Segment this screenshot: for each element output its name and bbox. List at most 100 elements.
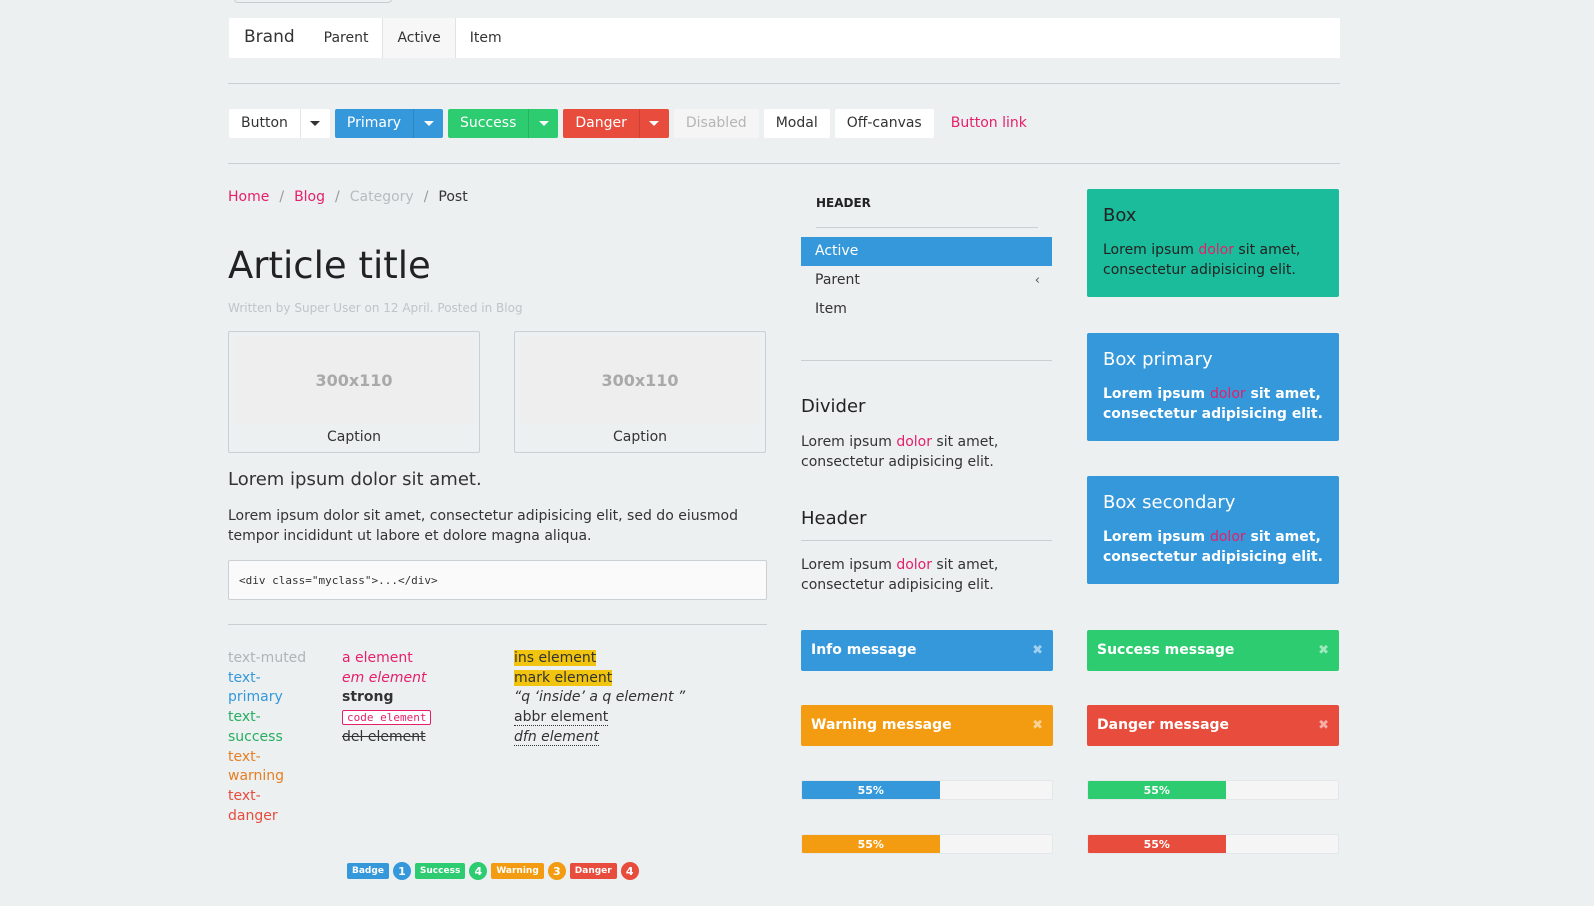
progress-fill: 55% <box>1088 781 1226 799</box>
text-color-list: text-muted text-primary text-success tex… <box>228 649 318 826</box>
chevron-left-icon: ‹ <box>1034 273 1040 288</box>
breadcrumb-post: Post <box>438 189 468 205</box>
article-title: Article title <box>228 244 431 287</box>
thumbnail[interactable]: 300x110 Caption <box>228 331 480 453</box>
breadcrumb-separator: / <box>335 189 340 205</box>
badge-warning: Warning <box>491 863 544 879</box>
nav-item-item[interactable]: Item <box>456 18 516 58</box>
default-dropdown-toggle[interactable] <box>299 109 330 138</box>
thumbnail-placeholder: 300x110 <box>520 337 760 423</box>
progress-bar-success: 55% <box>1087 780 1339 800</box>
badge-count: 1 <box>392 862 411 880</box>
button-group-success: Success <box>448 109 559 138</box>
text-warning-sample: text-warning <box>228 748 285 785</box>
inline-elements-list: a element em element strong code element… <box>342 649 432 748</box>
code-element: code element <box>342 710 432 726</box>
link-button[interactable]: Button link <box>939 109 1039 138</box>
danger-button[interactable]: Danger <box>563 109 639 138</box>
navbar: Brand Parent Active Item <box>229 18 1340 58</box>
close-icon[interactable]: ✖ <box>1032 705 1043 746</box>
button-group-primary: Primary <box>334 109 444 138</box>
close-icon[interactable]: ✖ <box>1318 630 1329 671</box>
box-title: Box <box>1103 205 1137 226</box>
text-danger-sample: text-danger <box>228 787 278 824</box>
info-alert: Info message ✖ <box>801 630 1053 671</box>
box-text-part: Lorem ipsum <box>1103 386 1210 402</box>
box-primary: Box primary Lorem ipsum dolor sit amet, … <box>1087 333 1339 441</box>
thumbnail-placeholder: 300x110 <box>234 337 474 423</box>
code-block: <div class="myclass">...</div> <box>228 560 767 600</box>
breadcrumb-home[interactable]: Home <box>228 189 269 205</box>
button-row: Button Primary Success Danger Disabled M… <box>229 109 1039 138</box>
default-button[interactable]: Button <box>229 109 300 138</box>
sidenav-item-active[interactable]: Active <box>801 237 1052 266</box>
article-paragraph: Lorem ipsum dolor sit amet, consectetur … <box>228 508 738 544</box>
success-button[interactable]: Success <box>448 109 529 138</box>
progress-bar-danger: 55% <box>1087 834 1339 854</box>
progress-bar: 55% <box>801 780 1053 800</box>
breadcrumb: Home / Blog / Category / Post <box>228 189 468 205</box>
box-text-part: Lorem ipsum <box>1103 242 1199 258</box>
divider-top <box>228 83 1340 84</box>
box-title: Box primary <box>1103 349 1213 370</box>
header-panel-divider <box>801 540 1052 541</box>
warning-alert: Warning message ✖ <box>801 705 1053 746</box>
box-text: Lorem ipsum dolor sit amet, consectetur … <box>1103 240 1323 280</box>
progress-fill: 55% <box>802 835 940 853</box>
inline-elements-list-2: ins element mark element “q ‘inside’ a q… <box>514 649 685 748</box>
alert-message: Success message <box>1097 642 1235 658</box>
primary-button[interactable]: Primary <box>334 109 414 138</box>
badge-count: 4 <box>469 862 488 880</box>
box-text-highlight: dolor <box>1209 386 1246 402</box>
del-element: del element <box>342 728 426 745</box>
badge-count: 4 <box>620 862 639 880</box>
box-secondary: Box secondary Lorem ipsum dolor sit amet… <box>1087 476 1339 584</box>
box: Box Lorem ipsum dolor sit amet, consecte… <box>1087 189 1339 297</box>
header-panel-text: Lorem ipsum dolor sit amet, consectetur … <box>801 555 1031 595</box>
text-primary-sample: text-primary <box>228 669 283 706</box>
nav-item-parent[interactable]: Parent <box>310 18 383 58</box>
thumbnail-caption: Caption <box>326 429 382 445</box>
danger-dropdown-toggle[interactable] <box>638 109 669 138</box>
danger-alert: Danger message ✖ <box>1087 705 1339 746</box>
box-text: Lorem ipsum dolor sit amet, consectetur … <box>1103 527 1323 567</box>
box-text-highlight: dolor <box>1209 529 1246 545</box>
breadcrumb-separator: / <box>279 189 285 205</box>
dfn-element: dfn element <box>514 728 599 746</box>
strong-element: strong <box>342 689 394 706</box>
caret-down-icon <box>649 121 660 126</box>
offcanvas-button[interactable]: Off-canvas <box>834 109 934 138</box>
breadcrumb-category: Category <box>349 189 414 205</box>
alert-message: Warning message <box>811 717 952 733</box>
modal-button[interactable]: Modal <box>763 109 830 138</box>
caret-down-icon <box>538 121 549 126</box>
sidenav-header: HEADER <box>816 196 871 210</box>
caret-down-icon <box>310 121 321 126</box>
divider-panel-text: Lorem ipsum dolor sit amet, consectetur … <box>801 432 1031 472</box>
progress-fill: 55% <box>802 781 940 799</box>
breadcrumb-blog[interactable]: Blog <box>294 189 325 205</box>
disabled-button: Disabled <box>673 109 759 138</box>
close-icon[interactable]: ✖ <box>1032 630 1043 671</box>
navbar-brand[interactable]: Brand <box>229 18 310 58</box>
sidenav-item-parent[interactable]: Parent ‹ <box>801 266 1052 295</box>
a-element-link[interactable]: a element <box>342 650 413 666</box>
close-icon[interactable]: ✖ <box>1318 705 1329 746</box>
primary-dropdown-toggle[interactable] <box>413 109 444 138</box>
success-dropdown-toggle[interactable] <box>528 109 559 138</box>
divider-panel-title: Divider <box>801 396 866 417</box>
sidenav-item-label: Parent <box>815 272 860 288</box>
text-success-sample: text-success <box>228 709 283 745</box>
progress-fill: 55% <box>1088 835 1226 853</box>
panel-text: Lorem ipsum <box>801 557 897 573</box>
thumbnail[interactable]: 300x110 Caption <box>514 331 766 453</box>
nav-item-active[interactable]: Active <box>382 18 456 58</box>
alert-message: Danger message <box>1097 717 1230 733</box>
sidenav-header-divider <box>816 227 1038 228</box>
panel-text: Lorem ipsum <box>801 434 897 450</box>
divider-buttons <box>228 163 1340 164</box>
top-stub <box>234 0 392 3</box>
q-element: “q ‘inside’ a q element ” <box>514 689 686 706</box>
sidenav-item-item[interactable]: Item <box>801 295 1052 324</box>
mark-element: mark element <box>514 669 613 686</box>
